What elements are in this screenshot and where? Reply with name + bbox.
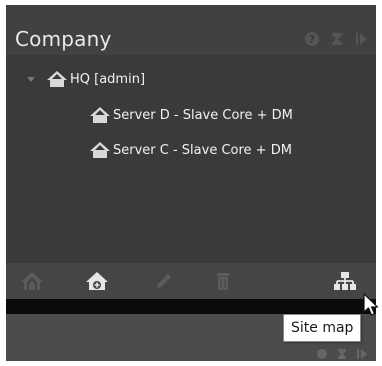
hourglass-icon[interactable] [329,31,345,47]
tree-node-child[interactable]: Server C - Slave Core + DM [89,138,292,162]
add-site-icon[interactable] [85,270,109,292]
collapse-panel-icon [357,349,367,359]
company-panel: Company ? HQ [admin] Server D - Slave Co… [6,5,376,361]
hourglass-icon [338,349,346,359]
panel-header: Company ? [6,5,376,55]
tree-node-label: Server C - Slave Core + DM [113,142,292,158]
site-map-icon[interactable] [333,270,357,292]
collapse-panel-icon[interactable] [354,31,370,47]
expand-arrow-icon[interactable] [26,74,36,84]
site-icon [47,71,67,87]
tooltip: Site map [283,314,362,342]
tree-node-label: HQ [admin] [70,71,146,87]
panel-title: Company [15,27,112,51]
add-site-group-icon[interactable] [20,270,44,292]
site-tree: HQ [admin] Server D - Slave Core + DM Se… [6,55,376,265]
tree-node-root[interactable]: HQ [admin] [26,67,145,91]
tree-node-label: Server D - Slave Core + DM [113,107,293,123]
svg-text:?: ? [309,33,315,46]
tree-node-child[interactable]: Server D - Slave Core + DM [89,103,293,127]
lower-panel-icons [316,348,368,360]
panel-divider [6,299,376,314]
help-icon[interactable]: ? [304,31,320,47]
edit-icon[interactable] [152,270,176,292]
delete-icon[interactable] [211,270,235,292]
mouse-cursor-icon [363,293,379,316]
site-icon [90,142,110,158]
header-icons: ? [304,30,370,48]
tree-toolbar [6,263,376,299]
help-icon [317,349,327,359]
site-icon [90,107,110,123]
